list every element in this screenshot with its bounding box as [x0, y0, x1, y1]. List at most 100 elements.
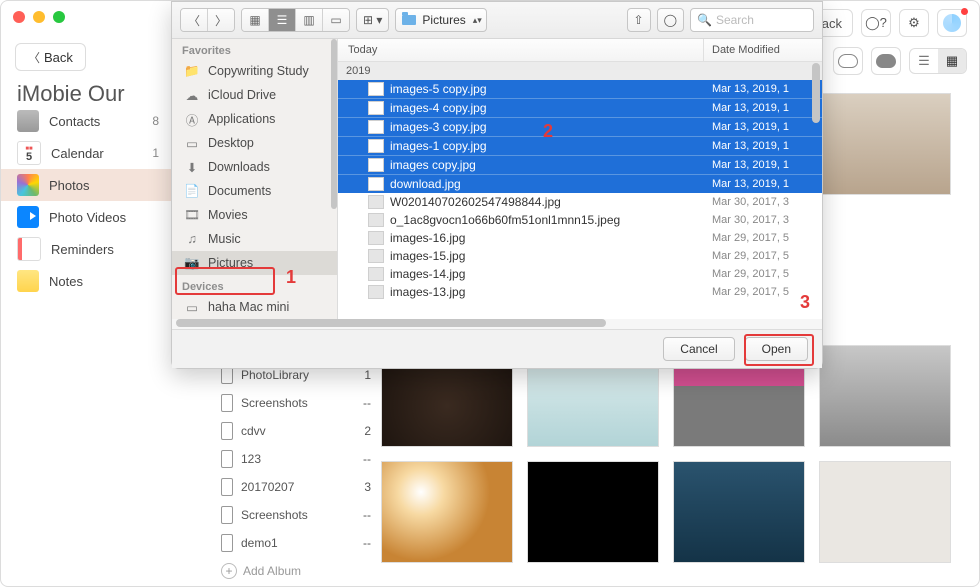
- sidebar-item-copywriting-study[interactable]: 📁Copywriting Study: [172, 59, 337, 83]
- close-window-icon[interactable]: [13, 11, 25, 23]
- sidebar-photo-videos[interactable]: Photo Videos: [1, 201, 171, 233]
- file-icon: [368, 82, 384, 96]
- file-row[interactable]: images-4 copy.jpgMar 13, 2019, 1: [338, 98, 822, 117]
- cancel-button[interactable]: Cancel: [663, 337, 734, 361]
- icon-view-button[interactable]: ▦: [242, 9, 268, 31]
- nav-back-forward: 〈 〉: [180, 8, 235, 32]
- file-row[interactable]: images-3 copy.jpgMar 13, 2019, 1: [338, 117, 822, 136]
- group-by-button[interactable]: ⊞ ▾: [356, 8, 389, 32]
- album-row[interactable]: 201702073: [221, 473, 371, 501]
- photo videos-icon: [17, 206, 39, 228]
- nav-forward-button[interactable]: 〉: [207, 9, 234, 31]
- cloud-upload-button[interactable]: [871, 47, 901, 75]
- photo-thumbnail[interactable]: [819, 93, 951, 195]
- file-row[interactable]: images-1 copy.jpgMar 13, 2019, 1: [338, 136, 822, 155]
- album-row[interactable]: demo1--: [221, 529, 371, 557]
- sidebar-item-movies[interactable]: 🎞Movies: [172, 203, 337, 227]
- sidebar-category: Favorites: [172, 39, 337, 59]
- notes-icon: [17, 270, 39, 292]
- sidebar-reminders[interactable]: Reminders: [1, 233, 171, 265]
- chevron-left-icon: 〈: [28, 49, 40, 66]
- vertical-scrollbar[interactable]: [812, 63, 820, 313]
- file-icon: [368, 231, 384, 245]
- minimize-window-icon[interactable]: [33, 11, 45, 23]
- downloads-icon: ⬇: [184, 160, 200, 174]
- file-row[interactable]: images copy.jpgMar 13, 2019, 1: [338, 155, 822, 174]
- gallery-view-button[interactable]: ▭: [322, 9, 349, 31]
- phone-icon: [221, 506, 233, 524]
- photo-thumbnail[interactable]: [673, 461, 805, 563]
- sidebar-item-applications[interactable]: ⒶApplications: [172, 107, 337, 131]
- list-view-button[interactable]: ☰: [268, 9, 295, 31]
- album-row[interactable]: cdvv2: [221, 417, 371, 445]
- horizontal-scrollbar[interactable]: [172, 319, 822, 329]
- pictures-icon: 📷: [184, 256, 200, 270]
- photo-thumbnail[interactable]: [819, 461, 951, 563]
- file-row[interactable]: o_1ac8gvocn1o66b60fm51onl1mnn15.jpegMar …: [338, 211, 822, 229]
- sidebar-contacts[interactable]: Contacts8: [1, 105, 171, 137]
- sidebar-notes[interactable]: Notes: [1, 265, 171, 297]
- dialog-sidebar: Favorites 📁Copywriting Study☁iCloud Driv…: [172, 39, 338, 319]
- nav-back-button[interactable]: 〈: [181, 9, 207, 31]
- album-row[interactable]: Screenshots--: [221, 501, 371, 529]
- add-album-button[interactable]: +Add Album: [221, 563, 371, 579]
- file-row[interactable]: W020140702602547498844.jpgMar 30, 2017, …: [338, 193, 822, 211]
- column-date[interactable]: Date Modified: [703, 39, 822, 61]
- column-name[interactable]: Today: [338, 39, 703, 61]
- page-title: iMobie Our: [17, 81, 125, 107]
- file-row[interactable]: images-5 copy.jpgMar 13, 2019, 1: [338, 80, 822, 98]
- view-toolbar: ☰ ▦: [833, 47, 967, 75]
- sidebar-item-desktop[interactable]: ▭Desktop: [172, 131, 337, 155]
- file-icon: [368, 267, 384, 281]
- file-row[interactable]: images-15.jpgMar 29, 2017, 5: [338, 247, 822, 265]
- docs-icon: 📄: [184, 184, 200, 198]
- photo-thumbnail[interactable]: [527, 461, 659, 563]
- sidebar-photos[interactable]: Photos: [1, 169, 171, 201]
- settings-button[interactable]: ⚙: [899, 9, 929, 37]
- sidebar-item-pictures[interactable]: 📷Pictures: [172, 251, 337, 275]
- photo-thumbnail[interactable]: [819, 345, 951, 447]
- dialog-toolbar: 〈 〉 ▦ ☰ ▥ ▭ ⊞ ▾ Pictures ▴▾ ⇧ ◯ 🔍 Search: [172, 2, 822, 39]
- cloud-icon: ☁: [184, 88, 200, 102]
- file-icon: [368, 101, 384, 115]
- back-button[interactable]: 〈 Back: [15, 43, 86, 71]
- album-row[interactable]: 123--: [221, 445, 371, 473]
- tags-button[interactable]: ◯: [657, 8, 684, 32]
- sidebar-category: Devices: [172, 275, 337, 295]
- open-file-dialog: 〈 〉 ▦ ☰ ▥ ▭ ⊞ ▾ Pictures ▴▾ ⇧ ◯ 🔍 Search: [171, 1, 823, 369]
- file-row[interactable]: images-14.jpgMar 29, 2017, 5: [338, 265, 822, 283]
- sidebar-item-documents[interactable]: 📄Documents: [172, 179, 337, 203]
- open-button[interactable]: Open: [745, 337, 808, 361]
- phone-icon: [221, 422, 233, 440]
- column-view-button[interactable]: ▥: [295, 9, 322, 31]
- dialog-body: Favorites 📁Copywriting Study☁iCloud Driv…: [172, 39, 822, 319]
- file-row[interactable]: images-16.jpgMar 29, 2017, 5: [338, 229, 822, 247]
- help-button[interactable]: ◯?: [861, 9, 891, 37]
- account-button[interactable]: [937, 9, 967, 37]
- file-icon: [368, 177, 384, 191]
- chevron-up-down-icon: ▴▾: [473, 15, 482, 26]
- grid-view-button[interactable]: ▦: [938, 49, 966, 73]
- search-icon: 🔍: [697, 13, 712, 27]
- movies-icon: 🎞: [184, 208, 200, 222]
- sidebar-item-music[interactable]: ♫Music: [172, 227, 337, 251]
- file-row[interactable]: images-13.jpgMar 29, 2017, 5: [338, 283, 822, 300]
- sidebar-calendar[interactable]: ■■5Calendar1: [1, 137, 171, 169]
- sidebar-device-row[interactable]: ▭ haha Mac mini: [172, 295, 337, 319]
- file-icon: [368, 249, 384, 263]
- sidebar-item-downloads[interactable]: ⬇Downloads: [172, 155, 337, 179]
- sidebar-item-icloud-drive[interactable]: ☁iCloud Drive: [172, 83, 337, 107]
- photo-thumbnail[interactable]: [381, 461, 513, 563]
- app-window: 〈 Back iMobie Our Feedback ◯? ⚙ ☰ ▦ Cont…: [0, 0, 980, 587]
- cloud-download-button[interactable]: [833, 47, 863, 75]
- sidebar-scrollbar[interactable]: [331, 39, 337, 209]
- file-icon: [368, 285, 384, 299]
- album-row[interactable]: Screenshots--: [221, 389, 371, 417]
- calendar-icon: ■■5: [17, 141, 41, 165]
- search-input[interactable]: 🔍 Search: [690, 8, 814, 32]
- file-row[interactable]: download.jpgMar 13, 2019, 1: [338, 174, 822, 193]
- list-view-button[interactable]: ☰: [910, 49, 938, 73]
- folder-selector[interactable]: Pictures ▴▾: [395, 8, 486, 32]
- fullscreen-window-icon[interactable]: [53, 11, 65, 23]
- share-button[interactable]: ⇧: [627, 8, 651, 32]
